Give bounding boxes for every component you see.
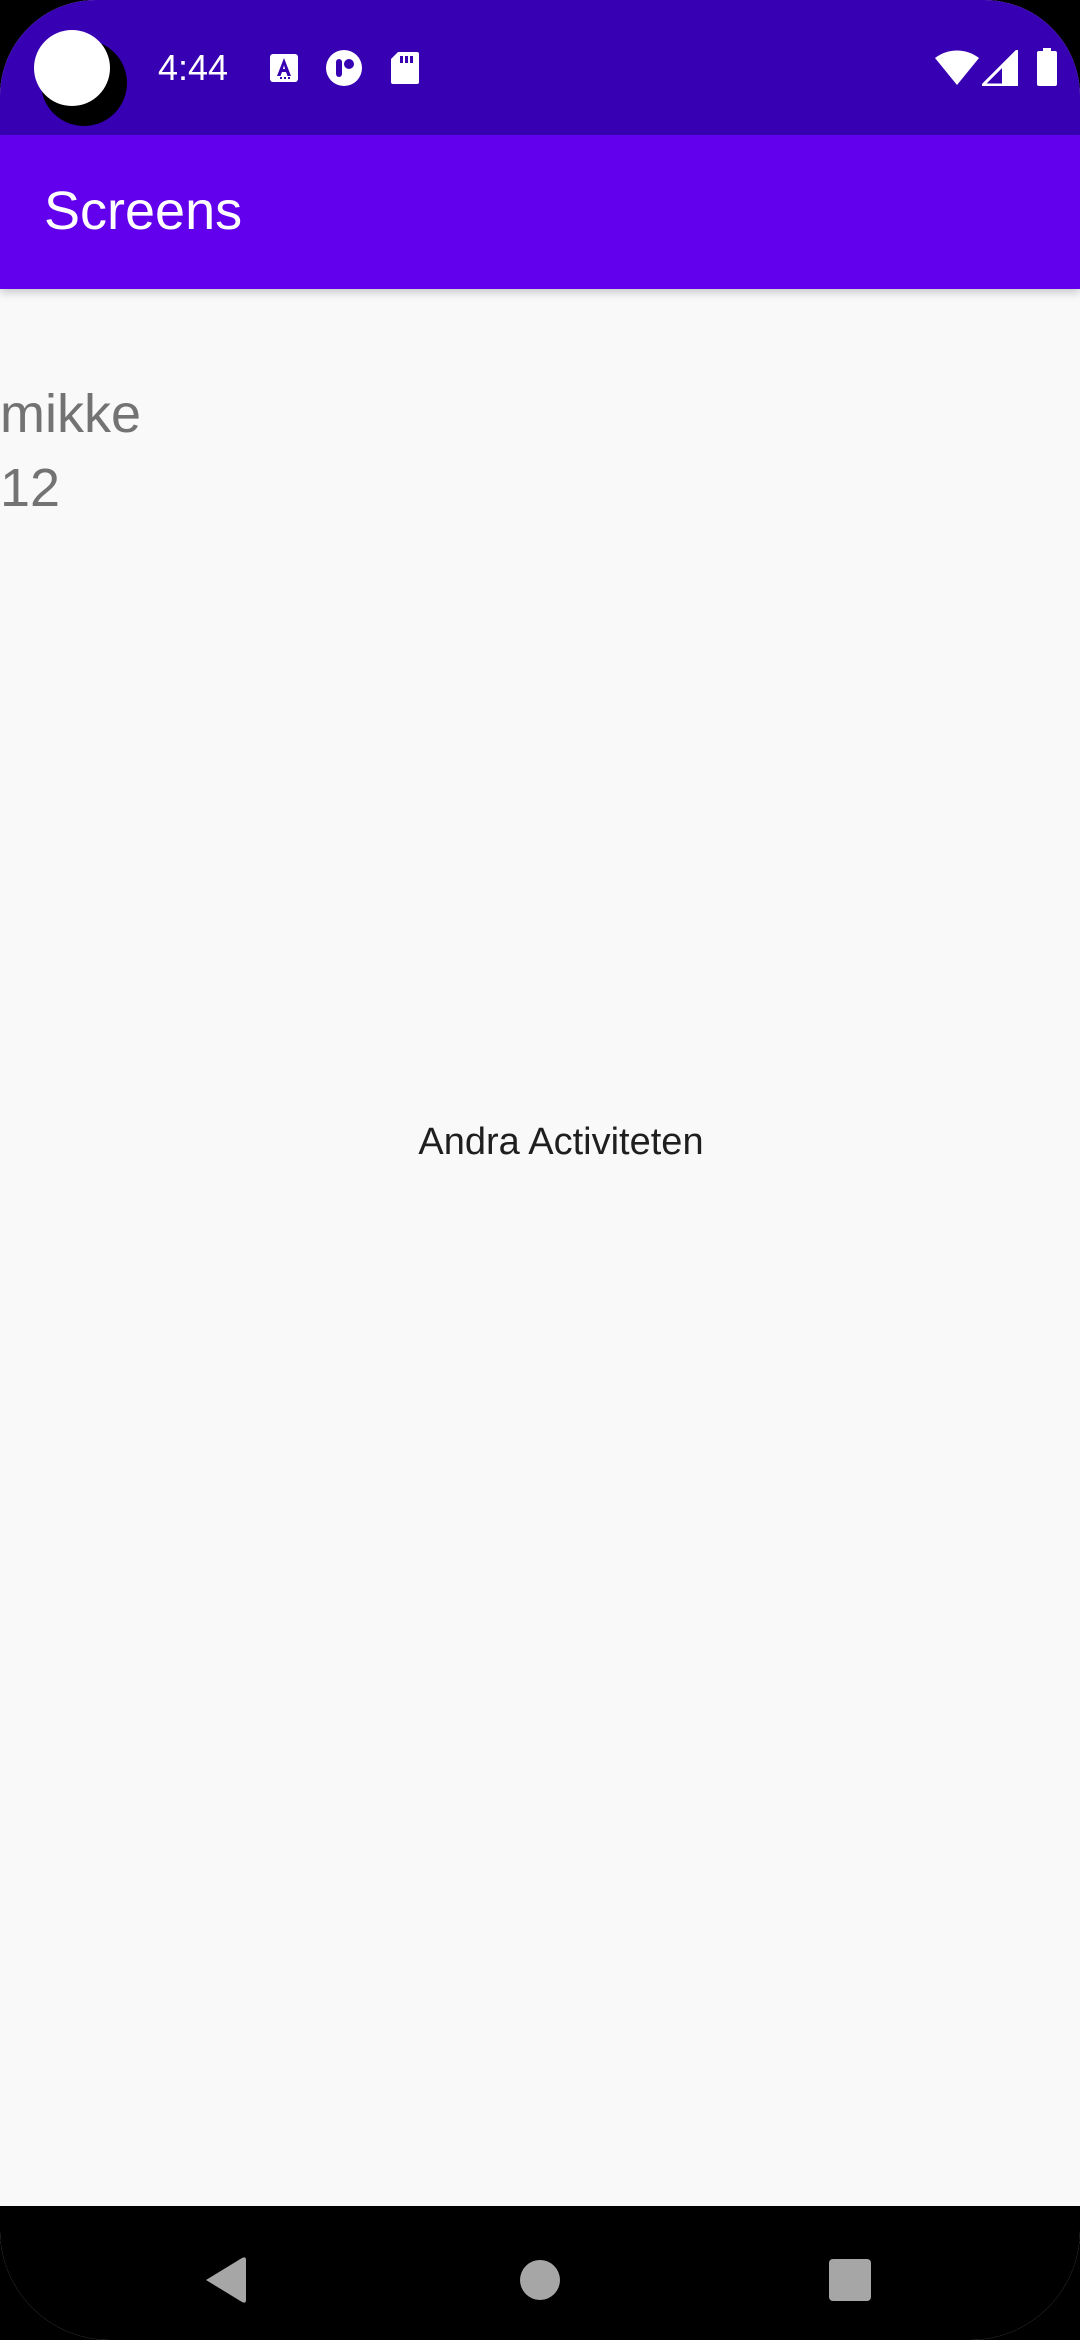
number-text: 12 bbox=[0, 458, 61, 518]
record-icon bbox=[326, 50, 362, 86]
activity-label: Andra Activiteten bbox=[418, 1121, 704, 1163]
back-button[interactable] bbox=[176, 2230, 276, 2330]
navigation-bar bbox=[0, 2206, 1080, 2340]
camera-cutout bbox=[34, 30, 127, 126]
recents-button[interactable] bbox=[800, 2230, 900, 2330]
signal-icon bbox=[982, 50, 1018, 86]
app-bar: Screens bbox=[0, 135, 1080, 289]
home-icon bbox=[520, 2260, 560, 2300]
device-screen: 4:44 Screens mikke 12 Andra Activiteten bbox=[0, 0, 1080, 2340]
recents-icon bbox=[829, 2259, 871, 2301]
home-button[interactable] bbox=[490, 2230, 590, 2330]
text-a-icon bbox=[270, 54, 298, 82]
status-bar: 4:44 bbox=[0, 0, 1080, 135]
back-icon bbox=[206, 2257, 246, 2303]
name-text: mikke bbox=[0, 384, 142, 444]
battery-icon bbox=[1037, 48, 1057, 86]
app-title: Screens bbox=[44, 181, 243, 241]
status-time: 4:44 bbox=[158, 47, 229, 88]
sd-card-icon bbox=[391, 52, 419, 84]
wifi-icon bbox=[935, 50, 979, 85]
